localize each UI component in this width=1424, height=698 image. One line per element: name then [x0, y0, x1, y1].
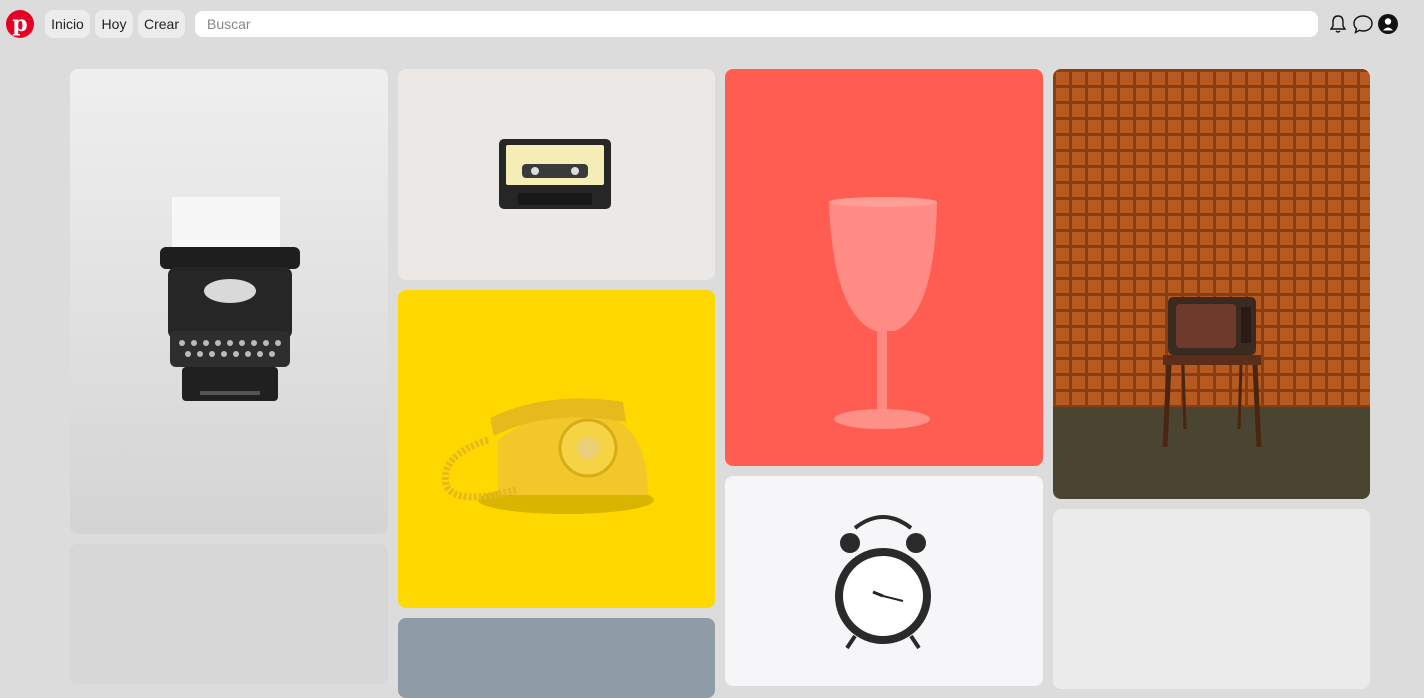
pin-alarm-clock[interactable] — [725, 476, 1043, 686]
top-bar: p Inicio Hoy Crear — [0, 0, 1424, 50]
pin-pink-wine-glass[interactable] — [725, 69, 1043, 466]
nav-hoy-button[interactable]: Hoy — [95, 10, 133, 38]
pin-light-grey-2[interactable] — [1053, 509, 1370, 689]
cassette-illustration — [499, 139, 611, 209]
search-input[interactable] — [195, 11, 1318, 37]
pin-blue-grey[interactable] — [398, 618, 715, 698]
pin-light-grey[interactable] — [70, 544, 388, 684]
pin-yellow-rotary-phone[interactable] — [398, 290, 715, 608]
profile-avatar-icon[interactable] — [1377, 13, 1399, 35]
nav-inicio-button[interactable]: Inicio — [45, 10, 90, 38]
pin-typewriter[interactable] — [70, 69, 388, 534]
pinterest-logo[interactable]: p — [6, 10, 34, 38]
chat-bubble-icon[interactable] — [1352, 13, 1374, 35]
pin-cassette-tape[interactable] — [398, 69, 715, 280]
nav-crear-button[interactable]: Crear — [138, 10, 185, 38]
pinterest-logo-letter: p — [12, 11, 28, 37]
bell-icon[interactable] — [1327, 13, 1349, 35]
pin-retro-tv-on-chair[interactable] — [1053, 69, 1370, 499]
